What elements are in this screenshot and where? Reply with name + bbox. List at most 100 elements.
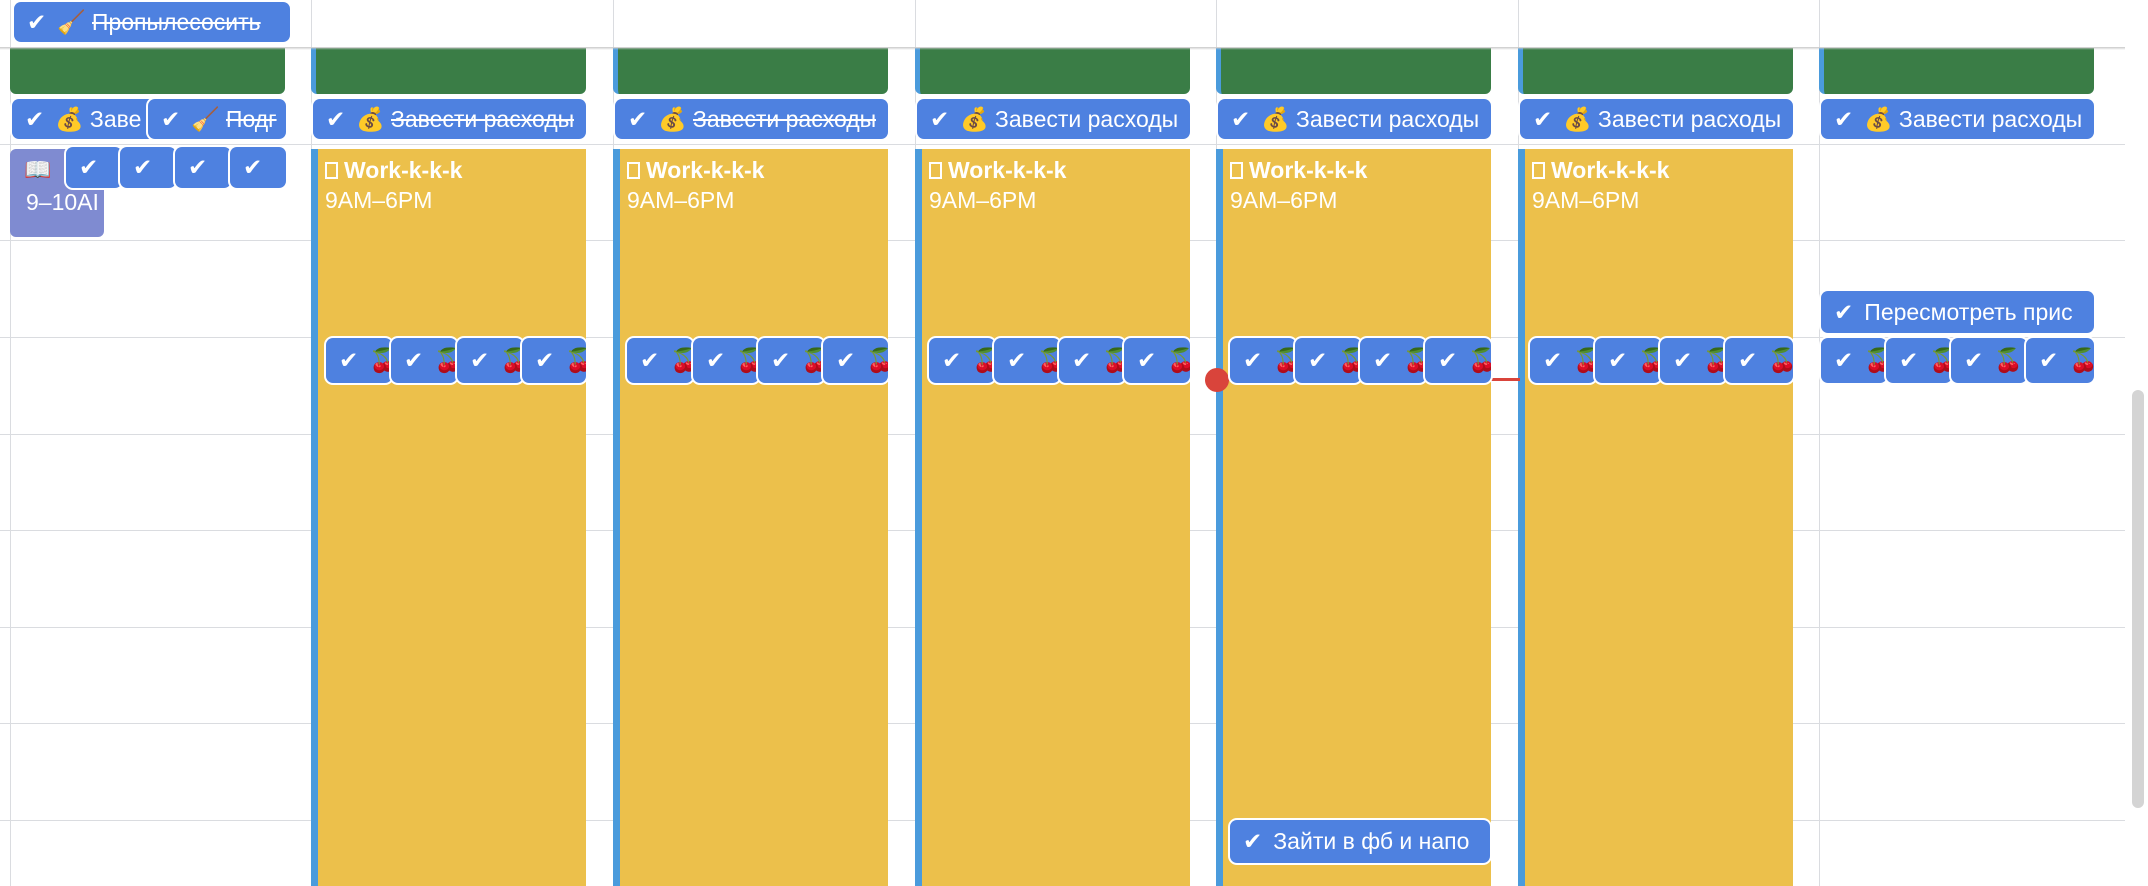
all-day-block[interactable] [1216, 48, 1491, 94]
check-icon: ✔ [1834, 347, 1854, 373]
cherry-icon: 🍒 [1573, 347, 1596, 373]
task-label: Завести расходы [390, 105, 575, 132]
task-label: Подг [225, 105, 277, 132]
task-chip[interactable]: ✔ 🍒 [627, 338, 693, 383]
work-event[interactable]: Work-k-k-k 9AM–6PM [915, 149, 1190, 886]
check-icon: ✔ [1543, 347, 1563, 373]
hour-gridline [0, 144, 2125, 145]
check-icon: ✔ [1533, 105, 1553, 132]
task-chip[interactable]: ✔ 🍒 [1230, 338, 1296, 383]
event-time: 9AM–6PM [1230, 187, 1338, 213]
cherry-icon: 🍒 [1468, 347, 1491, 373]
cherry-icon: 🍒 [670, 347, 693, 373]
work-event[interactable]: Work-k-k-k 9AM–6PM [1518, 149, 1793, 886]
check-icon: ✔ [1243, 828, 1263, 854]
work-event[interactable]: Work-k-k-k 9AM–6PM [311, 149, 586, 886]
check-icon: ✔ [1072, 347, 1092, 373]
check-icon: ✔ [2039, 347, 2059, 373]
vertical-scrollbar[interactable] [2132, 390, 2144, 808]
task-chip[interactable]: ✔ 🍒 [823, 338, 888, 383]
book-icon: 📖 [24, 157, 52, 182]
all-day-block[interactable] [311, 48, 586, 94]
task-label: Завести расходы [1898, 105, 2083, 132]
task-chip[interactable]: ✔ 🍒 [522, 338, 586, 383]
task-expenses[interactable]: ✔ 💰 Завести расходы [615, 99, 888, 139]
cherry-icon: 🍒 [866, 347, 888, 373]
check-icon: ✔ [326, 105, 346, 132]
check-icon: ✔ [1834, 105, 1854, 132]
check-icon: ✔ [79, 154, 99, 180]
task-expenses[interactable]: ✔ 💰 Завести расходы [917, 99, 1190, 139]
task-chip[interactable]: ✔ 🍒 [1821, 338, 1887, 383]
task-chip[interactable]: ✔ [120, 147, 176, 188]
cherry-icon: 🍒 [369, 347, 392, 373]
check-icon: ✔ [535, 347, 555, 373]
task-chip[interactable]: ✔ 🍒 [1360, 338, 1426, 383]
check-icon: ✔ [133, 154, 153, 180]
task-chip[interactable]: ✔ 🍒 [1530, 338, 1596, 383]
task-expenses[interactable]: ✔ 💰 Завести расходы [1218, 99, 1491, 139]
task-chip[interactable]: ✔ 🍒 [994, 338, 1060, 383]
money-icon: 💰 [960, 105, 989, 132]
task-fb[interactable]: ✔ Зайти в фб и напо [1230, 820, 1490, 863]
task-chip[interactable]: ✔ 🍒 [1886, 338, 1952, 383]
task-review[interactable]: ✔ Пересмотреть прис [1821, 291, 2094, 333]
cherry-icon: 🍒 [1768, 347, 1793, 373]
all-day-block[interactable] [10, 48, 285, 94]
task-expenses[interactable]: ✔ 💰 Завести расходы [313, 99, 586, 139]
all-day-block[interactable] [1819, 48, 2094, 94]
task-chip[interactable]: ✔ [230, 147, 286, 188]
square-icon [1230, 162, 1243, 179]
cherry-icon: 🍒 [1864, 347, 1887, 373]
task-chip[interactable]: ✔ 🍒 [1951, 338, 2027, 383]
square-icon [1532, 162, 1545, 179]
check-icon: ✔ [1608, 347, 1628, 373]
all-day-block[interactable] [915, 48, 1190, 94]
all-day-block[interactable] [1518, 48, 1793, 94]
task-chip[interactable]: ✔ 🍒 [1059, 338, 1125, 383]
cherry-icon: 🍒 [972, 347, 995, 373]
all-day-block[interactable] [613, 48, 888, 94]
cherry-icon: 🍒 [1929, 347, 1952, 373]
work-event[interactable]: Work-k-k-k 9AM–6PM [1216, 149, 1491, 886]
check-icon: ✔ [1964, 347, 1984, 373]
event-time: 9AM–6PM [325, 187, 433, 213]
task-chip[interactable]: ✔ 🍒 [758, 338, 824, 383]
check-icon: ✔ [243, 154, 263, 180]
task-expenses[interactable]: ✔ 💰 Завести расходы [1520, 99, 1793, 139]
cherry-icon: 🍒 [2069, 347, 2094, 373]
check-icon: ✔ [1243, 347, 1263, 373]
work-event[interactable]: Work-k-k-k 9AM–6PM [613, 149, 888, 886]
check-icon: ✔ [1738, 347, 1758, 373]
cherry-icon: 🍒 [500, 347, 523, 373]
check-icon: ✔ [339, 347, 359, 373]
task-chip[interactable]: ✔ 🍒 [929, 338, 995, 383]
task-chip[interactable]: ✔ 🍒 [326, 338, 392, 383]
task-prepare[interactable]: ✔ 🧹 Подг [148, 99, 286, 139]
task-chip[interactable]: ✔ 🍒 [693, 338, 759, 383]
task-chip[interactable]: ✔ 🍒 [1295, 338, 1361, 383]
task-label: Пересмотреть прис [1864, 298, 2073, 325]
task-chip[interactable]: ✔ 🍒 [1595, 338, 1661, 383]
task-label: Завести расходы [692, 105, 877, 132]
check-icon: ✔ [404, 347, 424, 373]
event-time: 9–10AI [26, 189, 99, 215]
task-chip[interactable]: ✔ 🍒 [2026, 338, 2094, 383]
task-chip[interactable]: ✔ 🍒 [1425, 338, 1491, 383]
task-chip[interactable]: ✔ [175, 147, 231, 188]
check-icon: ✔ [930, 105, 950, 132]
task-chip[interactable]: ✔ 🍒 [391, 338, 457, 383]
broom-icon: 🧹 [57, 8, 86, 35]
check-icon: ✔ [1899, 347, 1919, 373]
cherry-icon: 🍒 [1273, 347, 1296, 373]
task-chip[interactable]: ✔ 🍒 [1725, 338, 1793, 383]
task-chip[interactable]: ✔ 🍒 [457, 338, 523, 383]
task-vacuum[interactable]: ✔ 🧹 Пропылесосить [14, 2, 290, 42]
task-chip[interactable]: ✔ 🍒 [1660, 338, 1726, 383]
task-expenses[interactable]: ✔ 💰 Завести расходы [1821, 99, 2094, 139]
task-chip[interactable]: ✔ 🍒 [1124, 338, 1190, 383]
task-chip[interactable]: ✔ [66, 147, 122, 188]
cherry-icon: 🍒 [1703, 347, 1726, 373]
task-label: Пропылесосить [91, 8, 261, 35]
check-icon: ✔ [1308, 347, 1328, 373]
